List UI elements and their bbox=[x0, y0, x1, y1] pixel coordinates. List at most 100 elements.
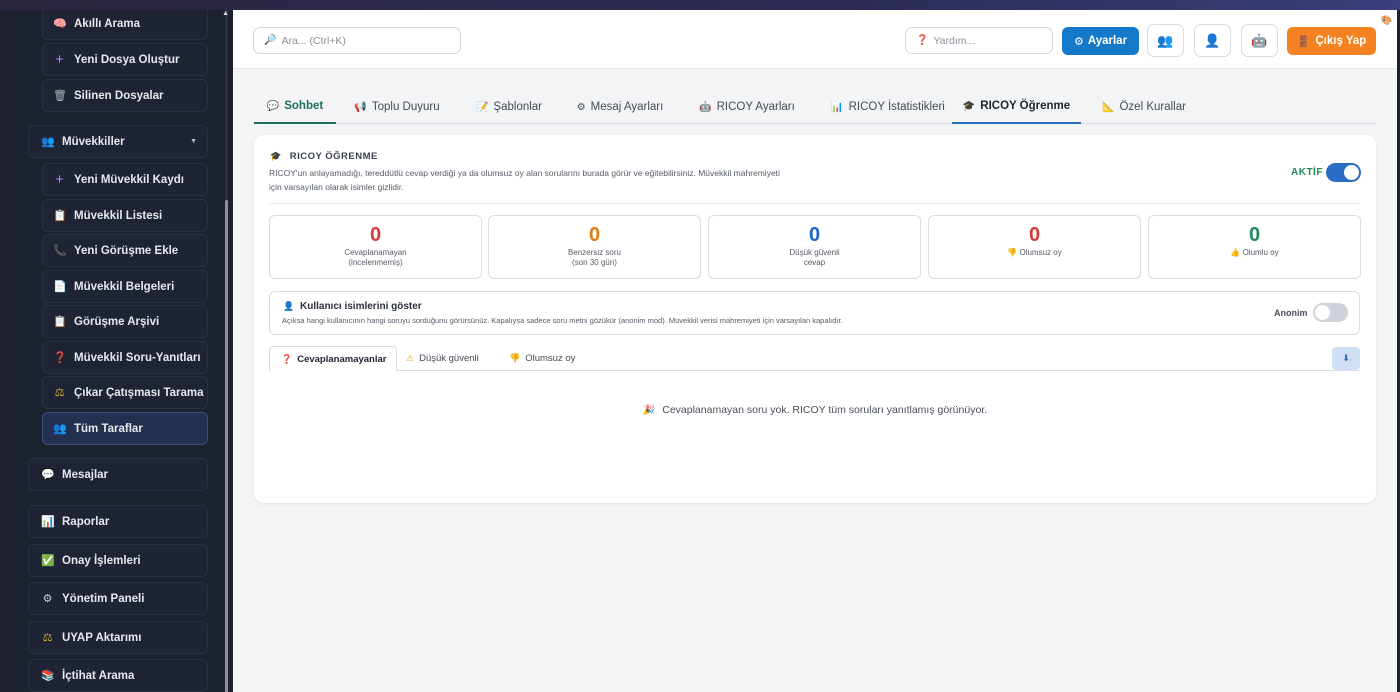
sidebar-item-muvekkil-belgeleri[interactable]: 📄 Müvekkil Belgeleri bbox=[42, 270, 208, 303]
help-input[interactable] bbox=[933, 34, 1069, 47]
show-names-description: Açıksa hangi kullanıcının hangi soruyu s… bbox=[282, 316, 843, 325]
tab-mesaj-ayarlari[interactable]: ⚙ Mesaj Ayarları bbox=[564, 90, 676, 124]
chat-icon: 💬 bbox=[41, 469, 55, 481]
empty-state: 🎉 Cevaplanamayan soru yok. RICOY tüm sor… bbox=[254, 404, 1376, 416]
ruler-icon: 📐 bbox=[1102, 101, 1115, 113]
stat-label: Düşük güvenli cevap bbox=[789, 248, 840, 267]
sidebar-group-muvekkiller[interactable]: 👥 Müvekkiller ▼ bbox=[28, 125, 208, 158]
chart-icon: 📊 bbox=[831, 101, 844, 113]
tab-label: Mesaj Ayarları bbox=[590, 101, 664, 113]
logout-button[interactable]: 🚪 Çıkış Yap bbox=[1287, 27, 1376, 55]
sidebar: 🧠 Akıllı Arama + Yeni Dosya Oluştur 🗑 Si… bbox=[10, 10, 228, 692]
teams-icon: 👥 bbox=[1157, 32, 1174, 48]
tab-sablonlar[interactable]: 📝 Şablonlar bbox=[464, 90, 554, 124]
top-strip bbox=[0, 0, 1400, 10]
gear-icon: ⚙ bbox=[1073, 35, 1084, 48]
tab-sohbet[interactable]: 💬 Sohbet bbox=[254, 90, 336, 124]
sidebar-item-raporlar[interactable]: 📊 Raporlar bbox=[28, 505, 208, 538]
learning-card: 🎓 RICOY ÖĞRENME RICOY'un anlayamadığı, t… bbox=[254, 135, 1376, 503]
tab-label: RICOY İstatistikleri bbox=[848, 101, 945, 113]
gear-icon: ⚙ bbox=[576, 101, 586, 113]
stat-value: 0 bbox=[808, 224, 821, 246]
tab-ricoy-ayarlari[interactable]: 🤖 RICOY Ayarları bbox=[686, 90, 808, 124]
subtab-cevaplanamayanlar[interactable]: ❓ Cevaplanamayanlar bbox=[269, 346, 398, 372]
sidebar-item-label: Müvekkil Soru-Yanıtları bbox=[74, 351, 201, 364]
sidebar-item-yeni-gorusme[interactable]: 📞 Yeni Görüşme Ekle bbox=[42, 234, 208, 267]
sidebar-item-soru-yanitlari[interactable]: ❓ Müvekkil Soru-Yanıtları bbox=[42, 341, 208, 374]
sidebar-item-akilli-arama[interactable]: 🧠 Akıllı Arama bbox=[42, 10, 208, 40]
thumbs-down-icon: 👎 bbox=[1007, 248, 1018, 257]
sidebar-item-onay-islemleri[interactable]: ✅ Onay İşlemleri bbox=[28, 544, 208, 577]
sidebar-item-cikar-catismasi[interactable]: ⚖ Çıkar Çatışması Tarama bbox=[42, 376, 208, 409]
trash-icon: 🗑 bbox=[53, 90, 67, 102]
question-icon: ❓ bbox=[916, 35, 929, 46]
brain-icon: 🧠 bbox=[53, 18, 67, 30]
search-input[interactable] bbox=[281, 34, 442, 47]
settings-button[interactable]: ⚙ Ayarlar bbox=[1062, 27, 1139, 55]
download-button[interactable]: ⬇ bbox=[1332, 347, 1360, 370]
show-names-box: 👤 Kullanıcı isimlerini göster Açıksa han… bbox=[269, 291, 1360, 335]
sidebar-item-label: İçtihat Arama bbox=[62, 669, 135, 682]
sidebar-item-label: Onay İşlemleri bbox=[62, 554, 141, 567]
sidebar-item-muvekkil-listesi[interactable]: 📋 Müvekkil Listesi bbox=[42, 199, 208, 232]
stat-value: 0 bbox=[369, 224, 382, 246]
tab-toplu-duyuru[interactable]: 📢 Toplu Duyuru bbox=[346, 90, 448, 124]
sidebar-item-tum-taraflar[interactable]: 👥 Tüm Taraflar bbox=[42, 412, 208, 445]
sub-tabs: ❓ Cevaplanamayanlar ⚠ Düşük güvenli 👎 Ol… bbox=[269, 346, 1360, 372]
empty-message: Cevaplanamayan soru yok. RICOY tüm sorul… bbox=[662, 404, 988, 416]
sidebar-item-label: Çıkar Çatışması Tarama bbox=[74, 386, 204, 399]
stat-negative-votes: 0 👎 Olumsuz oy bbox=[928, 215, 1141, 279]
stat-value: 0 bbox=[1248, 224, 1261, 246]
books-icon: 📚 bbox=[41, 670, 55, 682]
sidebar-item-yeni-dosya[interactable]: + Yeni Dosya Oluştur bbox=[42, 43, 208, 76]
scroll-up-arrow-icon[interactable]: ▲ bbox=[222, 10, 228, 17]
sidebar-item-label: Mesajlar bbox=[62, 468, 109, 481]
stat-value: 0 bbox=[588, 224, 601, 246]
profile-button[interactable]: 👤 bbox=[1194, 24, 1231, 57]
stat-label-row: 👎 Olumsuz oy bbox=[929, 248, 1140, 258]
stat-label: Olumlu oy bbox=[1242, 248, 1279, 257]
subtab-olumsuz-oy[interactable]: 👎 Olumsuz oy bbox=[509, 346, 575, 371]
sidebar-item-gorusme-arsivi[interactable]: 📋 Görüşme Arşivi bbox=[42, 305, 208, 338]
sidebar-item-label: Yeni Dosya Oluştur bbox=[74, 53, 180, 66]
stat-positive-votes: 0 👍 Olumlu oy bbox=[1148, 215, 1361, 279]
tab-label: Özel Kurallar bbox=[1119, 101, 1186, 113]
sidebar-scrollbar-thumb[interactable] bbox=[225, 200, 228, 692]
show-names-toggle[interactable] bbox=[1313, 303, 1348, 322]
sidebar-item-yonetim-paneli[interactable]: ⚙ Yönetim Paneli bbox=[28, 582, 208, 615]
plus-icon: + bbox=[55, 171, 64, 188]
search-icon: 🔎 bbox=[264, 35, 277, 46]
toggle-knob bbox=[1344, 165, 1359, 180]
main-tabs: 💬 Sohbet 📢 Toplu Duyuru 📝 Şablonlar ⚙ Me… bbox=[254, 90, 1376, 124]
robot-button[interactable]: 🤖 bbox=[1241, 24, 1278, 57]
subtab-dusuk-guvenli[interactable]: ⚠ Düşük güvenli bbox=[406, 346, 479, 371]
sidebar-item-uyap-aktarimi[interactable]: ⚖ UYAP Aktarımı bbox=[28, 621, 208, 654]
sidebar-item-mesajlar[interactable]: 💬 Mesajlar bbox=[28, 458, 208, 491]
download-icon: ⬇ bbox=[1342, 353, 1350, 363]
stat-unique-questions: 0 Benzersiz soru (son 30 gün) bbox=[488, 215, 701, 279]
sidebar-item-label: Müvekkiller bbox=[62, 135, 125, 148]
card-description: RICOY'un anlayamadığı, tereddütlü cevap … bbox=[269, 168, 780, 192]
archive-icon: 📋 bbox=[53, 316, 67, 328]
tab-ricoy-ogrenme[interactable]: 🎓 RICOY Öğrenme bbox=[952, 90, 1081, 124]
stat-label: Olumsuz oy bbox=[1019, 248, 1062, 257]
sidebar-item-label: Akıllı Arama bbox=[74, 17, 141, 30]
sidebar-item-yeni-muvekkil[interactable]: + Yeni Müvekkil Kaydı bbox=[42, 163, 208, 196]
sidebar-item-silinen-dosyalar[interactable]: 🗑 Silinen Dosyalar bbox=[42, 79, 208, 112]
tab-label: RICOY Öğrenme bbox=[980, 100, 1071, 112]
scale-icon: ⚖ bbox=[42, 632, 53, 644]
teams-button[interactable]: 👥 bbox=[1147, 24, 1184, 57]
sidebar-item-ictihat-arama[interactable]: 📚 İçtihat Arama bbox=[28, 659, 208, 692]
status-label: AKTİF bbox=[1291, 167, 1323, 178]
help-box[interactable]: ❓ bbox=[905, 27, 1069, 54]
robot-icon: 🤖 bbox=[1251, 32, 1268, 48]
sidebar-item-label: Yönetim Paneli bbox=[62, 592, 145, 605]
corner-logo-icon[interactable]: 🎨 bbox=[1379, 12, 1395, 28]
question-icon: ❓ bbox=[281, 353, 293, 364]
toggle-knob bbox=[1315, 305, 1330, 320]
stat-label-row: 👍 Olumlu oy bbox=[1149, 248, 1360, 258]
learning-active-toggle[interactable] bbox=[1326, 163, 1361, 182]
tab-ozel-kurallar[interactable]: 📐 Özel Kurallar bbox=[1094, 90, 1194, 124]
search-box[interactable]: 🔎 bbox=[253, 27, 461, 54]
tab-ricoy-istatistikleri[interactable]: 📊 RICOY İstatistikleri bbox=[818, 90, 958, 124]
